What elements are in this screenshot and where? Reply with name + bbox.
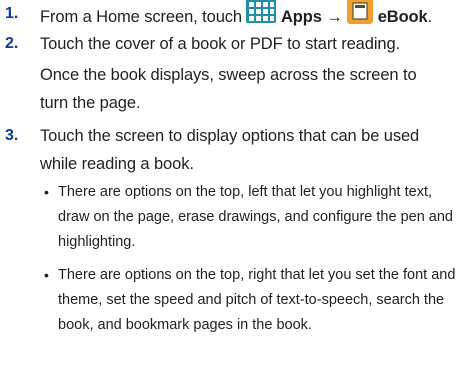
ebook-label: eBook — [377, 7, 428, 26]
bullet-line: draw on the page, erase drawings, and co… — [58, 209, 453, 225]
bullet-line: theme, set the speed and pitch of text-t… — [58, 292, 445, 308]
ebook-icon — [347, 0, 374, 33]
bullet-item: • There are options on the top, left tha… — [44, 180, 464, 260]
bullet-item: • There are options on the top, right th… — [44, 263, 464, 343]
bullet-icon: • — [44, 267, 49, 283]
step-number: 2. — [5, 35, 19, 52]
step-number: 1. — [5, 5, 19, 22]
bullet-line: book, and bookmark pages in the book. — [58, 317, 312, 333]
step-number: 3. — [5, 127, 19, 144]
bullet-line: highlighting. — [58, 234, 136, 250]
bullet-line: There are options on the top, right that… — [58, 267, 456, 283]
period: . — [427, 7, 433, 26]
bullet-icon: • — [44, 184, 49, 200]
step-line: while reading a book. — [40, 155, 194, 173]
step-line: Once the book displays, sweep across the… — [40, 66, 417, 84]
manual-page: 1. From a Home screen, touch Apps → eBoo… — [0, 0, 470, 366]
apps-grid-icon — [246, 0, 277, 32]
bullet-line: There are options on the top, left that … — [58, 184, 433, 200]
step-text: Touch the screen to display options that… — [40, 122, 419, 178]
arrow-icon: → — [326, 7, 343, 26]
step-line: Touch the cover of a book or PDF to star… — [40, 35, 401, 53]
step-1-text: From a Home screen, touch — [40, 7, 242, 26]
step-line: Touch the screen to display options that… — [40, 127, 420, 145]
bullet-text: There are options on the top, left that … — [58, 180, 468, 255]
apps-label: Apps — [280, 7, 322, 26]
step-line: turn the page. — [40, 94, 141, 112]
step-text: Touch the cover of a book or PDF to star… — [40, 30, 417, 117]
bullet-text: There are options on the top, right that… — [58, 263, 468, 338]
